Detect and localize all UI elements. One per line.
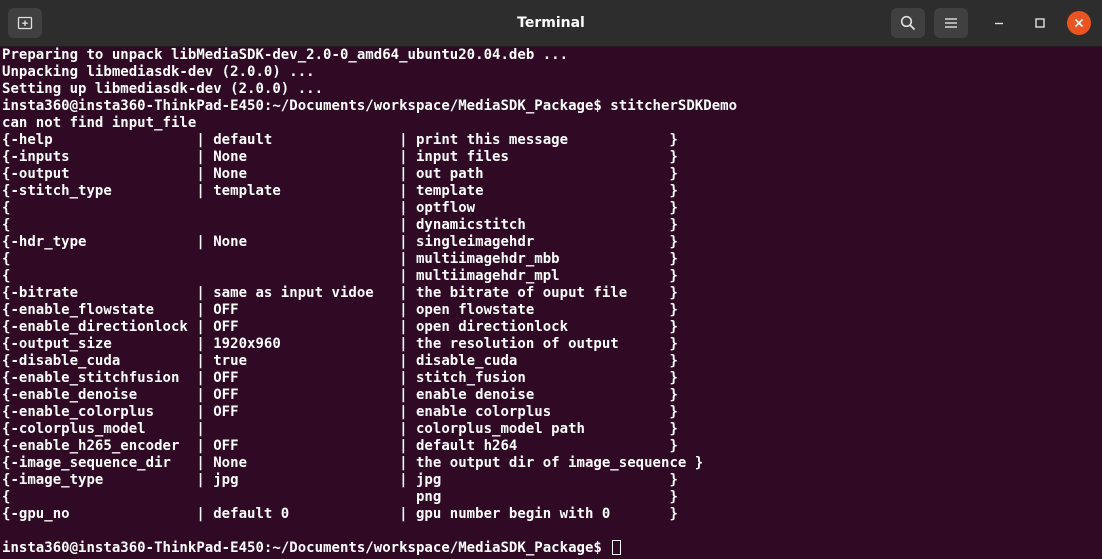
terminal-line: Preparing to unpack libMediaSDK-dev_2.0-…: [2, 47, 569, 63]
text-cursor: [612, 540, 622, 555]
search-icon: [900, 15, 916, 31]
terminal-line: {-inputs | None | input files }: [2, 149, 678, 165]
terminal-output[interactable]: Preparing to unpack libMediaSDK-dev_2.0-…: [0, 47, 1102, 559]
terminal-window: Terminal Preparing to unpack libMediaSDK…: [0, 0, 1102, 559]
terminal-line: {-enable_flowstate | OFF | open flowstat…: [2, 302, 678, 318]
terminal-line: {-hdr_type | None | singleimagehdr }: [2, 234, 678, 250]
terminal-line: {-bitrate | same as input vidoe | the bi…: [2, 285, 678, 301]
title-bar: Terminal: [0, 0, 1102, 47]
close-icon: [1074, 18, 1084, 28]
terminal-line: {-stitch_type | template | template }: [2, 183, 678, 199]
terminal-line: {-help | default | print this message }: [2, 132, 678, 148]
terminal-line: {-gpu_no | default 0 | gpu number begin …: [2, 506, 678, 522]
terminal-line: {-colorplus_model | | colorplus_model pa…: [2, 421, 678, 437]
shell-prompt: insta360@insta360-ThinkPad-E450:~/Docume…: [2, 540, 611, 556]
close-button[interactable]: [1067, 11, 1091, 35]
terminal-line: { | optflow }: [2, 200, 678, 216]
maximize-button[interactable]: [1028, 11, 1052, 35]
terminal-line: {-enable_stitchfusion | OFF | stitch_fus…: [2, 370, 678, 386]
prompt-line[interactable]: insta360@insta360-ThinkPad-E450:~/Docume…: [2, 540, 1102, 557]
terminal-line: { | multiimagehdr_mpl }: [2, 268, 678, 284]
terminal-line: { png }: [2, 489, 678, 505]
terminal-line: {-output_size | 1920x960 | the resolutio…: [2, 336, 678, 352]
terminal-line: Setting up libmediasdk-dev (2.0.0) ...: [2, 81, 324, 97]
terminal-line: {-enable_colorplus | OFF | enable colorp…: [2, 404, 678, 420]
search-button[interactable]: [891, 8, 925, 38]
terminal-line: Unpacking libmediasdk-dev (2.0.0) ...: [2, 64, 315, 80]
terminal-line: {-disable_cuda | true | disable_cuda }: [2, 353, 678, 369]
terminal-line: {-enable_h265_encoder | OFF | default h2…: [2, 438, 678, 454]
terminal-line: {-enable_denoise | OFF | enable denoise …: [2, 387, 678, 403]
terminal-line: can not find input_file: [2, 115, 197, 131]
hamburger-menu-icon: [945, 18, 957, 28]
maximize-icon: [1035, 18, 1045, 28]
terminal-line: {-image_sequence_dir | None | the output…: [2, 455, 704, 471]
terminal-line: {-output | None | out path }: [2, 166, 678, 182]
minimize-button[interactable]: [987, 11, 1011, 35]
terminal-line: { | dynamicstitch }: [2, 217, 678, 233]
terminal-line: {-enable_directionlock | OFF | open dire…: [2, 319, 678, 335]
minimize-icon: [995, 22, 1003, 25]
menu-button[interactable]: [934, 8, 968, 38]
terminal-line: {-image_type | jpg | jpg }: [2, 472, 678, 488]
terminal-line: insta360@insta360-ThinkPad-E450:~/Docume…: [2, 98, 738, 114]
terminal-line: { | multiimagehdr_mbb }: [2, 251, 678, 267]
